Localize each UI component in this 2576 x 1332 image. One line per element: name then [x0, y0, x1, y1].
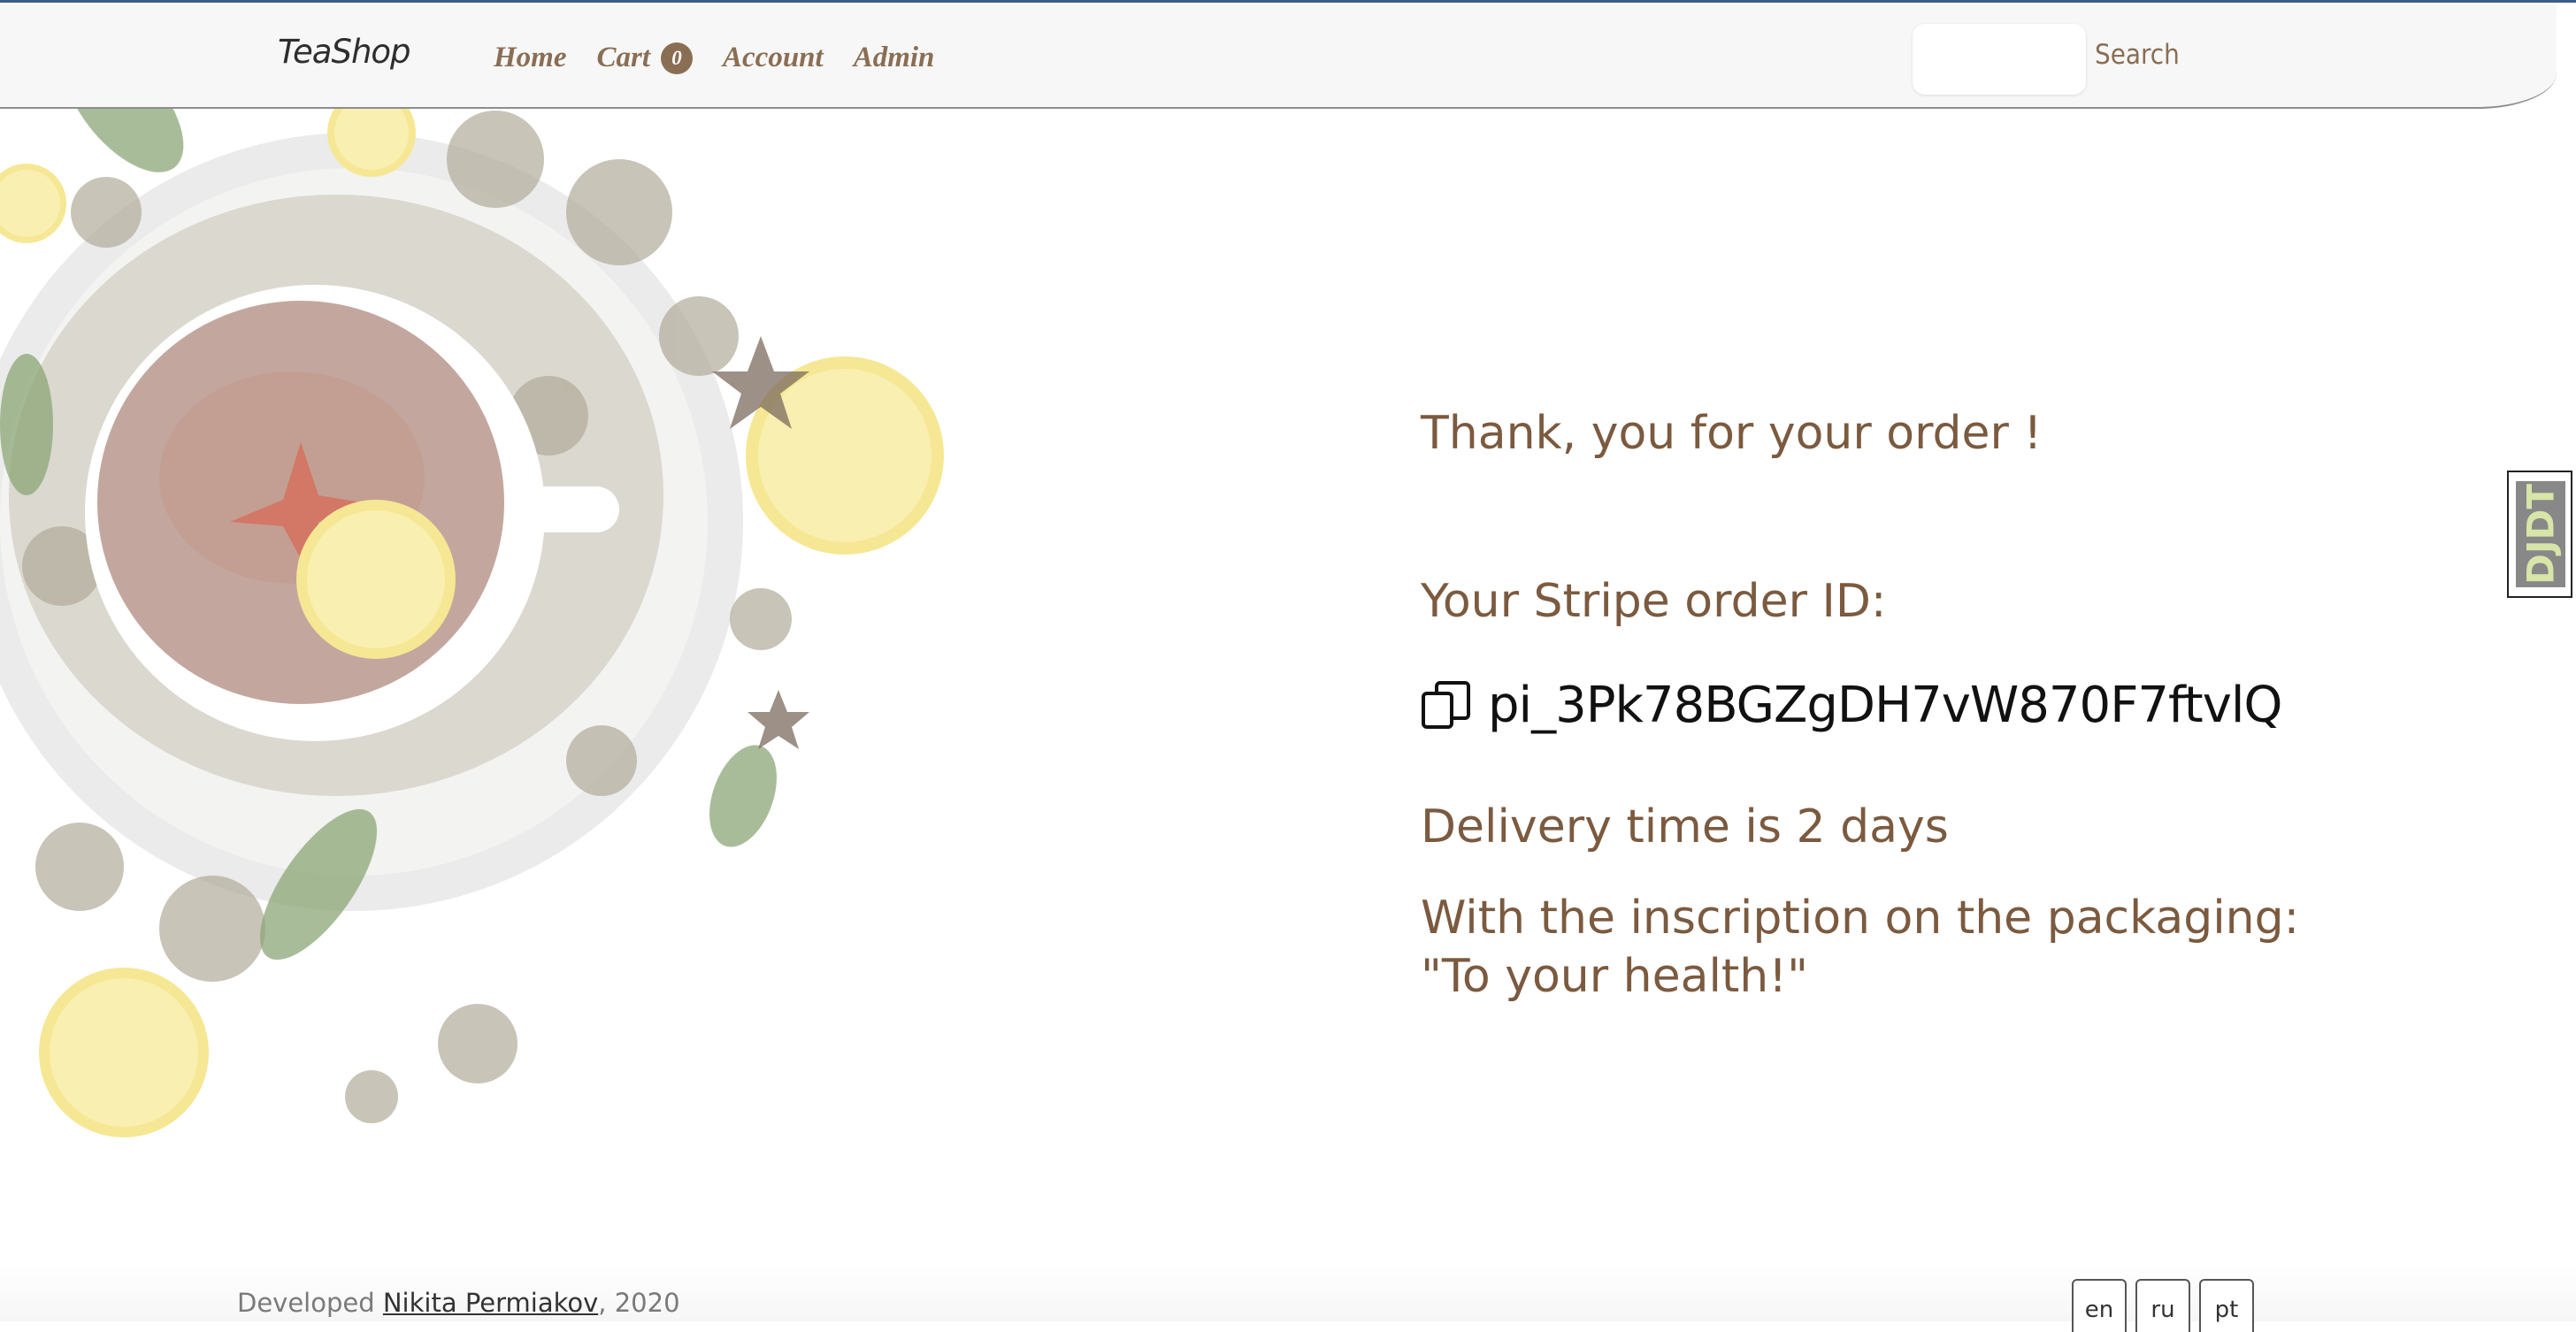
packaging-inscription: With the inscription on the packaging: "…: [1421, 892, 2300, 1003]
site-logo[interactable]: TeaShop: [278, 33, 411, 71]
djdt-toolbar-handle[interactable]: DJDT: [2507, 471, 2572, 598]
lang-ru-button[interactable]: ru: [2135, 1279, 2190, 1332]
cart-count-badge: 0: [661, 42, 694, 74]
order-id-row: pi_3Pk78BGZgDH7vW870F7ftvlQ: [1421, 677, 2282, 734]
search-input[interactable]: [1913, 24, 2086, 95]
lang-en-button[interactable]: en: [2072, 1279, 2127, 1332]
djdt-label: DJDT: [2516, 481, 2565, 587]
footer-year: , 2020: [598, 1288, 680, 1318]
site-header: TeaShop Home Cart 0 Account Admin Search: [0, 3, 2557, 109]
thank-you-heading: Thank, you for your order !: [1421, 407, 2043, 460]
footer-credit: Developed Nikita Permiakov, 2020: [237, 1288, 680, 1318]
nav-home-link[interactable]: Home: [494, 42, 566, 74]
author-link[interactable]: Nikita Permiakov: [383, 1288, 598, 1318]
stripe-order-label: Your Stripe order ID:: [1421, 575, 1887, 628]
nav-account-link[interactable]: Account: [723, 42, 824, 74]
delivery-time: Delivery time is 2 days: [1421, 800, 1949, 854]
nav-cart-label: Cart: [596, 42, 651, 73]
lang-pt-button[interactable]: pt: [2199, 1279, 2254, 1332]
main-nav: Home Cart 0 Account Admin: [494, 42, 934, 74]
nav-admin-link[interactable]: Admin: [854, 42, 935, 74]
nav-cart-link[interactable]: Cart 0: [596, 42, 694, 74]
stripe-order-id[interactable]: pi_3Pk78BGZgDH7vW870F7ftvlQ: [1488, 677, 2282, 734]
tea-background-image: [0, 40, 944, 1137]
copy-icon[interactable]: [1421, 680, 1472, 731]
language-switcher: en ru pt: [2072, 1279, 2254, 1332]
footer-developed-text: Developed: [237, 1288, 375, 1318]
search-button[interactable]: Search: [2089, 38, 2185, 72]
